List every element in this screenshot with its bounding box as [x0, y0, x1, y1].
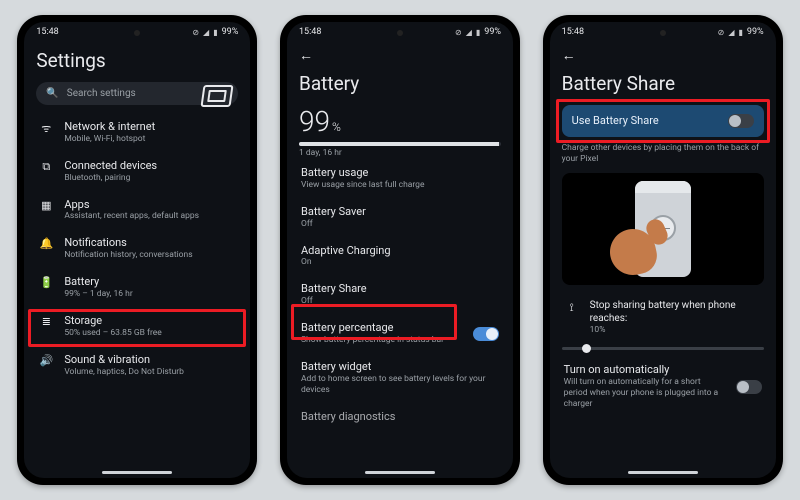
sidebar-item-connected-devices[interactable]: ⧉ Connected devicesBluetooth, pairing — [36, 152, 238, 191]
row-battery-percentage[interactable]: Battery percentageShow battery percentag… — [299, 314, 501, 353]
page-title: Battery — [299, 72, 501, 95]
dnd-icon: ⊘ — [718, 28, 725, 37]
phone-3: 15:48 ⊘ ◢ ▮ 99% ← Battery Share Use Batt… — [543, 15, 783, 485]
screen-settings: 15:48 ⊘ ◢ ▮ 99% Settings 🔍 Search settin… — [24, 22, 250, 478]
home-indicator[interactable] — [365, 471, 435, 474]
stop-threshold-slider[interactable] — [562, 347, 764, 350]
status-battery: 99% — [222, 27, 239, 37]
toggle-battery-percentage[interactable] — [473, 327, 499, 341]
battery-estimate: 1 day, 16 hr — [299, 148, 501, 159]
battery-icon: ▮ — [213, 28, 217, 37]
phone-1: 15:48 ⊘ ◢ ▮ 99% Settings 🔍 Search settin… — [17, 15, 257, 485]
row-battery-widget[interactable]: Battery widgetAdd to home screen to see … — [299, 353, 501, 403]
home-indicator[interactable] — [102, 471, 172, 474]
search-icon: 🔍 — [46, 88, 58, 99]
battery-percent: 99% — [299, 105, 501, 138]
status-battery: 99% — [484, 27, 501, 37]
dnd-icon: ⊘ — [455, 28, 462, 37]
storage-icon: ≣ — [38, 314, 54, 328]
home-indicator[interactable] — [628, 471, 698, 474]
screen-battery-share: 15:48 ⊘ ◢ ▮ 99% ← Battery Share Use Batt… — [550, 22, 776, 478]
row-battery-share[interactable]: Battery ShareOff — [299, 275, 501, 314]
tune-icon: ⟟ — [564, 300, 580, 315]
phone-2: 15:48 ⊘ ◢ ▮ 99% ← Battery 99% 1 day, 16 … — [280, 15, 520, 485]
row-battery-usage[interactable]: Battery usageView usage since last full … — [299, 159, 501, 198]
status-battery: 99% — [747, 27, 764, 37]
battery-row-icon: 🔋 — [38, 275, 54, 289]
status-time: 15:48 — [562, 27, 584, 37]
sound-icon: 🔊 — [38, 353, 54, 367]
wifi-icon: ᯤ — [38, 120, 54, 136]
battery-icon: ▮ — [476, 28, 480, 37]
battery-icon: ▮ — [739, 28, 743, 37]
row-battery-diagnostics[interactable]: Battery diagnostics — [299, 403, 501, 431]
sidebar-item-storage[interactable]: ≣ Storage50% used – 63.85 GB free — [36, 307, 238, 346]
toggle-use-battery-share[interactable] — [728, 114, 754, 128]
page-title: Battery Share — [562, 72, 764, 95]
signal-icon: ◢ — [728, 28, 734, 37]
dnd-icon: ⊘ — [192, 28, 199, 37]
signal-icon: ◢ — [203, 28, 209, 37]
status-time: 15:48 — [299, 27, 321, 37]
sidebar-item-network[interactable]: ᯤ Network & internetMobile, Wi-Fi, hotsp… — [36, 113, 238, 152]
search-placeholder: Search settings — [67, 88, 136, 99]
devices-icon: ⧉ — [38, 159, 54, 174]
sidebar-item-apps[interactable]: ▦ AppsAssistant, recent apps, default ap… — [36, 191, 238, 230]
toggle-auto[interactable] — [736, 380, 762, 394]
use-battery-share-row[interactable]: Use Battery Share — [562, 105, 764, 137]
back-button[interactable]: ← — [562, 43, 764, 66]
back-button[interactable]: ← — [299, 43, 501, 66]
apps-icon: ▦ — [38, 198, 54, 212]
row-stop-threshold[interactable]: ⟟ Stop sharing battery when phone reache… — [562, 293, 764, 343]
sidebar-item-sound[interactable]: 🔊 Sound & vibrationVolume, haptics, Do N… — [36, 346, 238, 385]
battery-share-illustration — [562, 173, 764, 285]
row-turn-on-automatically[interactable]: Turn on automaticallyWill turn on automa… — [562, 356, 764, 417]
sidebar-item-battery[interactable]: 🔋 Battery99% – 1 day, 16 hr — [36, 268, 238, 307]
screen-battery: 15:48 ⊘ ◢ ▮ 99% ← Battery 99% 1 day, 16 … — [287, 22, 513, 478]
status-time: 15:48 — [36, 27, 58, 37]
bell-icon: 🔔 — [38, 236, 54, 250]
battery-share-desc: Charge other devices by placing them on … — [562, 143, 764, 165]
sidebar-item-notifications[interactable]: 🔔 NotificationsNotification history, con… — [36, 229, 238, 268]
page-title: Settings — [36, 49, 238, 72]
brand-logo — [201, 85, 234, 107]
battery-bar — [299, 142, 501, 146]
row-battery-saver[interactable]: Battery SaverOff — [299, 198, 501, 237]
row-adaptive-charging[interactable]: Adaptive ChargingOn — [299, 237, 501, 276]
signal-icon: ◢ — [466, 28, 472, 37]
